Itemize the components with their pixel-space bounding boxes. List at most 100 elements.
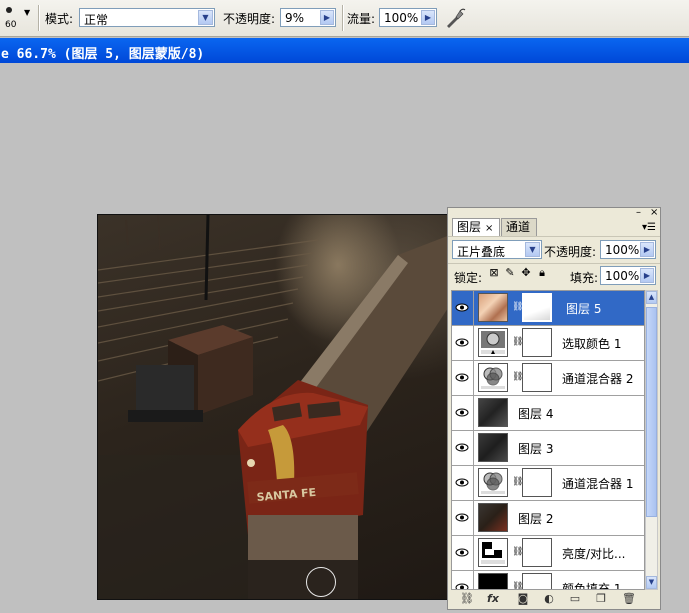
selective-color-icon[interactable]	[478, 328, 508, 357]
channel-mixer-icon[interactable]	[478, 363, 508, 392]
visibility-eye-icon[interactable]	[452, 431, 474, 465]
visibility-eye-icon[interactable]	[452, 396, 474, 430]
layer-row-layer4[interactable]: 图层 4	[452, 396, 644, 431]
options-bar: 60 ▼ 模式: 正常 ▼ 不透明度: 9% ▶ 流量: 100% ▶	[0, 0, 689, 37]
link-chain-icon[interactable]: ⛓	[512, 476, 523, 488]
layer-row-channel-mixer-2[interactable]: ⛓ 通道混合器 2	[452, 361, 644, 396]
layer-name[interactable]: 通道混合器 2	[562, 370, 633, 387]
slider-arrow-icon[interactable]: ▶	[640, 268, 654, 283]
opacity-label: 不透明度:	[544, 245, 597, 259]
layer-name[interactable]: 亮度/对比...	[562, 545, 626, 562]
tab-label: 图层	[457, 220, 482, 234]
scroll-up-icon[interactable]: ▲	[646, 291, 657, 304]
visibility-eye-icon[interactable]	[452, 501, 474, 535]
lock-all-icon[interactable]: 🔒︎	[536, 267, 548, 279]
scroll-thumb[interactable]	[646, 307, 657, 517]
brush-preset-picker[interactable]: 60 ▼	[2, 4, 32, 34]
chevron-down-icon[interactable]: ▼	[198, 10, 213, 25]
layer-row-color-fill[interactable]: ⛓ 颜色填充 1	[452, 571, 644, 589]
layer-row-layer3[interactable]: 图层 3	[452, 431, 644, 466]
layer-mask-thumbnail[interactable]	[522, 573, 552, 589]
layer-thumbnail[interactable]	[478, 293, 508, 322]
mode-value: 正常	[84, 13, 109, 27]
visibility-eye-icon[interactable]	[452, 536, 474, 570]
layer-mask-thumbnail[interactable]	[522, 363, 552, 392]
chevron-down-icon[interactable]: ▼	[525, 242, 540, 257]
trash-icon[interactable]: 🗑︎	[622, 593, 636, 605]
close-icon[interactable]: ×	[485, 223, 493, 234]
layer-thumbnail[interactable]	[478, 398, 508, 427]
visibility-eye-icon[interactable]	[452, 466, 474, 500]
blend-row: 正片叠底 ▼ 不透明度: 100% ▶	[448, 236, 660, 263]
panel-bottom-bar: ⛓ fx ◙ ◐ ▭ ❐ 🗑︎	[448, 590, 660, 609]
fill-field[interactable]: 100% ▶	[600, 266, 656, 285]
layer-row-channel-mixer-1[interactable]: ⛓ 通道混合器 1	[452, 466, 644, 501]
visibility-eye-icon[interactable]	[452, 571, 474, 589]
link-layers-icon[interactable]: ⛓	[460, 593, 474, 605]
airbrush-icon[interactable]	[444, 7, 466, 29]
new-layer-icon[interactable]: ❐	[594, 593, 608, 605]
add-mask-icon[interactable]: ◙	[516, 593, 530, 605]
link-chain-icon[interactable]: ⛓	[512, 301, 523, 313]
layer-list: ⛓ 图层 5 ⛓ 选取颜色 1 ⛓ 通道混合器 2 图层 4 图层 3 ⛓ 通道…	[451, 290, 645, 590]
layer-thumbnail[interactable]	[478, 573, 508, 589]
brightness-contrast-icon[interactable]	[478, 538, 508, 567]
flow-field[interactable]: 100% ▶	[379, 8, 437, 27]
tab-layers[interactable]: 图层 ×	[452, 218, 500, 236]
new-group-icon[interactable]: ▭	[568, 593, 582, 605]
visibility-eye-icon[interactable]	[452, 326, 474, 360]
slider-arrow-icon[interactable]: ▶	[421, 10, 435, 25]
tab-channels[interactable]: 通道	[501, 218, 537, 236]
layer-mask-thumbnail[interactable]	[522, 328, 552, 357]
layer-row-layer2[interactable]: 图层 2	[452, 501, 644, 536]
layer-row-selective-color[interactable]: ⛓ 选取颜色 1	[452, 326, 644, 361]
panel-menu-icon[interactable]: ▾☰	[642, 222, 656, 233]
brush-size-label: 60	[5, 20, 17, 30]
layer-opacity-value: 100%	[605, 243, 640, 257]
layer-name[interactable]: 图层 2	[518, 510, 553, 527]
layer-style-icon[interactable]: fx	[486, 593, 500, 605]
mode-select[interactable]: 正常 ▼	[79, 8, 215, 27]
layer-thumbnail[interactable]	[478, 433, 508, 462]
minimize-icon[interactable]: –	[636, 208, 641, 218]
layer-list-scrollbar[interactable]: ▲ ▼	[645, 290, 658, 590]
slider-arrow-icon[interactable]: ▶	[320, 10, 334, 25]
link-chain-icon[interactable]: ⛓	[512, 336, 523, 348]
train-photo: SANTA FE	[98, 215, 450, 599]
layer-name[interactable]: 图层 4	[518, 405, 553, 422]
slider-arrow-icon[interactable]: ▶	[640, 242, 654, 257]
layer-name[interactable]: 颜色填充 1	[562, 580, 621, 589]
lock-position-icon[interactable]: ✥	[520, 267, 532, 279]
layer-name[interactable]: 图层 3	[518, 440, 553, 457]
lock-transparency-icon[interactable]: ⊠	[488, 267, 500, 279]
visibility-eye-icon[interactable]	[452, 361, 474, 395]
document-title-bar[interactable]: e 66.7% (图层 5, 图层蒙版/8)	[0, 38, 689, 63]
panel-titlebar[interactable]: – ×	[448, 208, 660, 218]
link-chain-icon[interactable]: ⛓	[512, 371, 523, 383]
layer-mask-thumbnail[interactable]	[522, 538, 552, 567]
channel-mixer-icon[interactable]	[478, 468, 508, 497]
lock-pixels-icon[interactable]: ✎	[504, 267, 516, 279]
link-chain-icon[interactable]: ⛓	[512, 546, 523, 558]
scroll-down-icon[interactable]: ▼	[646, 576, 657, 589]
adjustment-layer-icon[interactable]: ◐	[542, 593, 556, 605]
layer-mask-thumbnail[interactable]	[522, 468, 552, 497]
divider	[342, 5, 343, 31]
blend-mode-value: 正片叠底	[457, 245, 506, 259]
opacity-label: 不透明度:	[223, 12, 276, 26]
layers-panel: – × 图层 × 通道 ▾☰ 正片叠底 ▼ 不透明度: 100% ▶ 锁定: ⊠ …	[447, 207, 661, 610]
layer-name[interactable]: 图层 5	[566, 300, 601, 317]
layer-opacity-field[interactable]: 100% ▶	[600, 240, 656, 259]
layer-row-brightness-contrast[interactable]: ⛓ 亮度/对比...	[452, 536, 644, 571]
layer-mask-thumbnail[interactable]	[522, 293, 552, 322]
link-chain-icon[interactable]: ⛓	[512, 581, 523, 589]
layer-row-layer5[interactable]: ⛓ 图层 5	[452, 291, 644, 326]
layer-name[interactable]: 通道混合器 1	[562, 475, 633, 492]
layer-thumbnail[interactable]	[478, 503, 508, 532]
visibility-eye-icon[interactable]	[452, 291, 474, 325]
layer-name[interactable]: 选取颜色 1	[562, 335, 621, 352]
close-icon[interactable]: ×	[650, 208, 658, 218]
blend-mode-select[interactable]: 正片叠底 ▼	[452, 240, 542, 259]
image-canvas[interactable]: SANTA FE	[97, 214, 451, 600]
opacity-field[interactable]: 9% ▶	[280, 8, 336, 27]
